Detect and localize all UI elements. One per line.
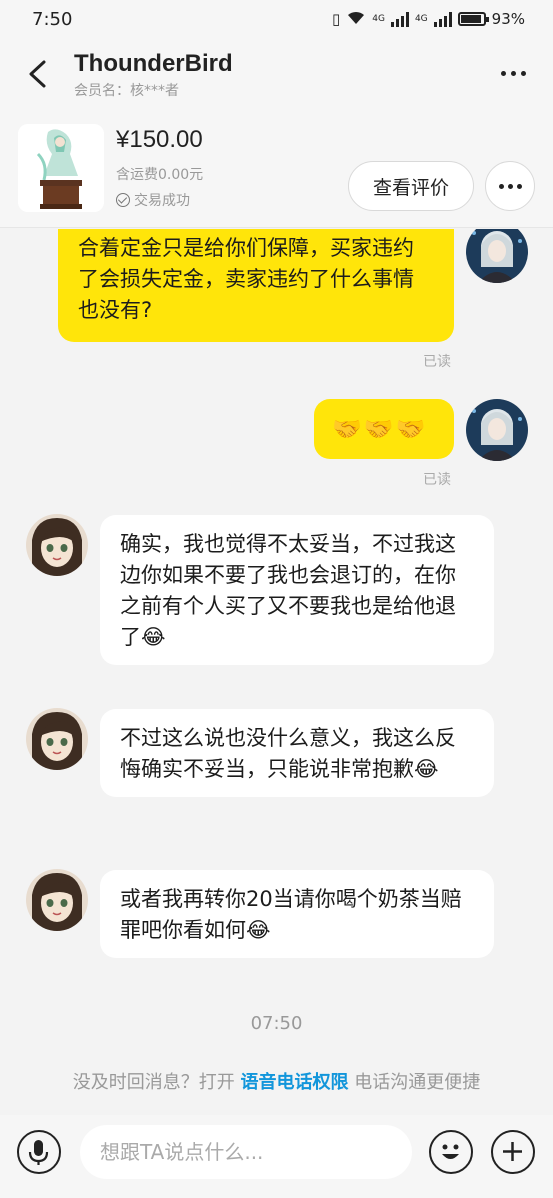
view-review-button[interactable]: 查看评价 — [348, 161, 474, 211]
network-label-1: 4G — [372, 14, 385, 24]
contact-avatar[interactable] — [26, 869, 88, 931]
status-icons: ▯ 4G 4G 93% — [332, 9, 525, 29]
more-icon — [500, 70, 506, 76]
card-more-button[interactable] — [485, 161, 535, 211]
voice-call-permission-link[interactable]: 语音电话权限 — [241, 1072, 349, 1093]
read-receipt: 已读 — [423, 472, 451, 488]
contact-avatar[interactable] — [26, 708, 88, 770]
message-text: 或者我再转你20当请你喝个奶茶当赔罪吧你看如何😂 — [120, 887, 462, 942]
message-text: 合着定金只是给你们保障，买家违约了会损失定金，卖家违约了什么事情也没有? — [78, 236, 414, 322]
battery-icon — [457, 12, 489, 26]
back-icon — [29, 60, 46, 88]
microphone-icon — [28, 1140, 49, 1165]
more-icon — [498, 183, 504, 189]
chat-area[interactable]: 合着定金只是给你们保障，买家违约了会损失定金，卖家违约了什么事情也没有? 已读 … — [0, 229, 553, 1049]
status-bar: 7:50 ▯ 4G 4G 93% — [0, 0, 553, 40]
more-options-button[interactable] — [493, 58, 533, 88]
status-time: 7:50 — [32, 9, 73, 30]
check-circle-icon — [116, 193, 130, 207]
signal-icon — [390, 11, 409, 27]
signal-icon-2 — [433, 11, 452, 27]
page-title: ThounderBird — [74, 50, 233, 77]
emoji-button[interactable] — [429, 1130, 473, 1174]
message-text: 🤝🤝🤝 — [332, 415, 428, 443]
chat-timestamp: 07:50 — [250, 1013, 303, 1034]
permission-notice: 没及时回消息？打开 语音电话权限 电话沟通更便捷 — [0, 1068, 553, 1094]
message-input[interactable] — [80, 1125, 412, 1179]
message-text: 不过这么说也没什么意义，我这么反悔确实不妥当，只能说非常抱歉😂 — [120, 726, 456, 781]
vibrate-icon: ▯ — [331, 10, 341, 28]
plus-icon — [503, 1142, 522, 1161]
deal-status-label: 交易成功 — [134, 193, 190, 209]
contact-avatar[interactable] — [26, 514, 88, 576]
my-avatar[interactable] — [466, 399, 528, 461]
shipping-fee: 含运费0.00元 — [116, 167, 204, 183]
member-name: 会员名：核***者 — [74, 83, 179, 99]
my-avatar[interactable] — [466, 229, 528, 283]
notice-text-after: 电话沟通更便捷 — [348, 1072, 481, 1093]
read-receipt: 已读 — [423, 354, 451, 370]
back-button[interactable] — [18, 54, 58, 94]
message-bubble[interactable]: 合着定金只是给你们保障，买家违约了会损失定金，卖家违约了什么事情也没有? — [58, 229, 454, 342]
message-text: 确实，我也觉得不太妥当，不过我这边你如果不要了我也会退订的，在你之前有个人买了又… — [120, 532, 456, 649]
voice-input-button[interactable] — [17, 1130, 61, 1174]
more-actions-button[interactable] — [491, 1130, 535, 1174]
deal-status: 交易成功 — [116, 190, 190, 210]
message-bubble[interactable]: 或者我再转你20当请你喝个奶茶当赔罪吧你看如何😂 — [100, 870, 494, 958]
input-bar — [0, 1115, 553, 1198]
wifi-icon — [346, 9, 366, 29]
network-label-2: 4G — [414, 14, 428, 24]
product-image[interactable] — [18, 124, 104, 212]
product-card[interactable]: ¥150.00 含运费0.00元 交易成功 查看评价 — [0, 108, 553, 228]
battery-level: 93% — [491, 10, 525, 28]
notice-text-before: 没及时回消息？打开 — [72, 1072, 241, 1093]
message-bubble[interactable]: 不过这么说也没什么意义，我这么反悔确实不妥当，只能说非常抱歉😂 — [100, 709, 494, 797]
product-price: ¥150.00 — [116, 126, 203, 153]
emoji-icon — [442, 1144, 459, 1159]
message-bubble[interactable]: 🤝🤝🤝 — [314, 399, 454, 459]
chat-header: ThounderBird 会员名：核***者 — [0, 40, 553, 108]
message-bubble[interactable]: 确实，我也觉得不太妥当，不过我这边你如果不要了我也会退订的，在你之前有个人买了又… — [100, 515, 494, 665]
